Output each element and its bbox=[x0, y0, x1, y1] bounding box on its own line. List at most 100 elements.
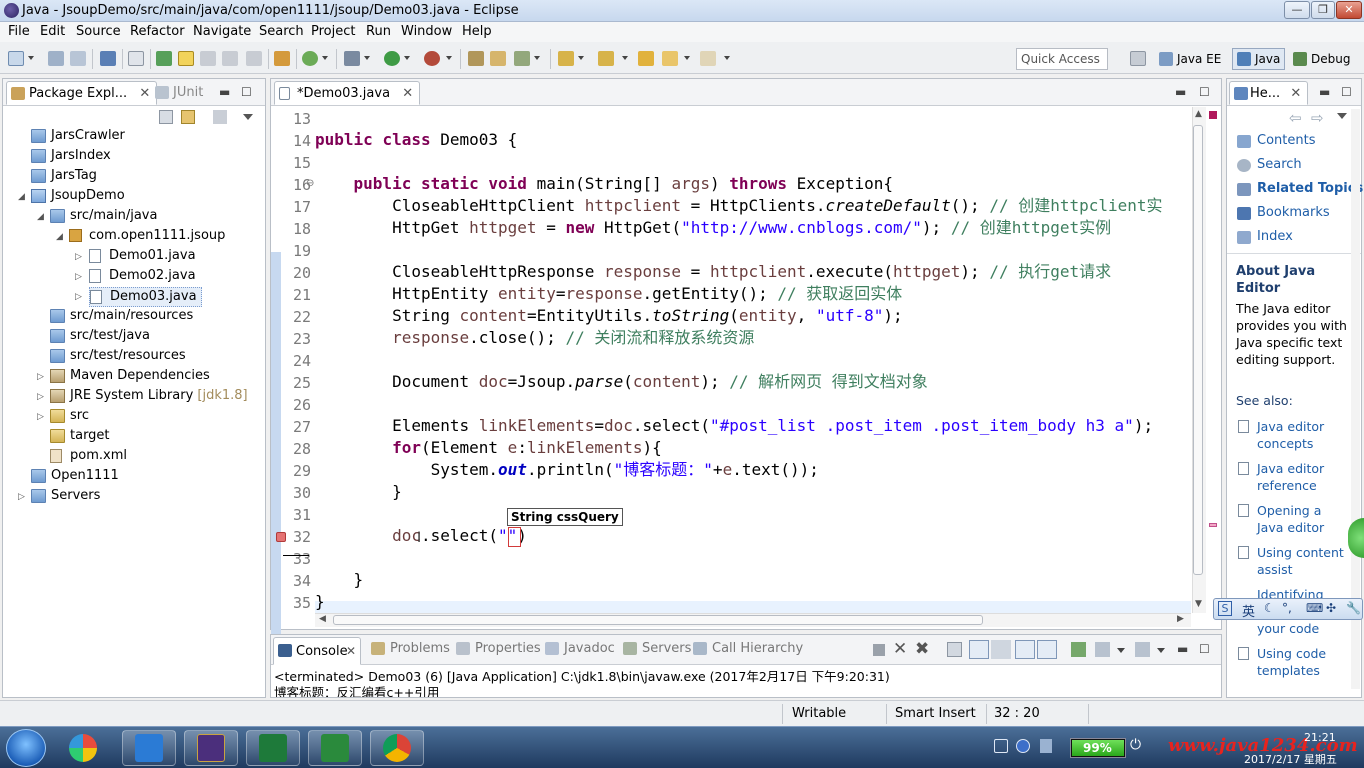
tree-item[interactable]: src/test/java bbox=[50, 327, 150, 347]
maximize-help-icon[interactable]: ☐ bbox=[1341, 85, 1352, 99]
help-view-menu-icon[interactable] bbox=[1337, 113, 1347, 119]
error-marker-icon[interactable] bbox=[276, 532, 286, 542]
show-stderr-icon[interactable] bbox=[1037, 640, 1057, 659]
open-console-dropdown-icon[interactable] bbox=[1135, 642, 1150, 657]
tree-item[interactable]: JRE System Library [jdk1.8] bbox=[50, 387, 248, 407]
link-with-editor-icon[interactable] bbox=[181, 110, 195, 124]
chevron-right-icon[interactable]: ▷ bbox=[75, 252, 82, 262]
see-link-content-assist[interactable]: Using content assist bbox=[1238, 544, 1349, 578]
taskbar-app[interactable] bbox=[122, 730, 176, 766]
view-menu-icon[interactable] bbox=[243, 114, 253, 120]
code-line[interactable]: HttpGet httpget = new HttpGet("http://ww… bbox=[315, 217, 1111, 239]
menu-navigate[interactable]: Navigate bbox=[193, 24, 251, 39]
tree-item[interactable]: src/main/resources bbox=[50, 307, 193, 327]
close-tab-icon[interactable]: ✕ bbox=[139, 86, 150, 101]
code-line[interactable]: System.out.println("博客标题："+e.text()); bbox=[315, 459, 819, 481]
start-button-icon[interactable] bbox=[6, 729, 46, 767]
external-tools-icon[interactable] bbox=[424, 51, 440, 66]
code-line[interactable]: Document doc=Jsoup.parse(content); // 解析… bbox=[315, 371, 928, 393]
tab-junit[interactable]: JUnit bbox=[151, 81, 209, 105]
display-console-dropdown-icon[interactable] bbox=[1117, 648, 1125, 653]
tree-item-selected[interactable]: Demo03.java bbox=[89, 287, 202, 307]
tree-item[interactable]: JarsIndex bbox=[31, 147, 111, 167]
ime-logo-icon[interactable]: S bbox=[1218, 601, 1232, 616]
chevron-right-icon[interactable]: ▷ bbox=[37, 372, 44, 382]
tab-console[interactable]: Console ✕ bbox=[273, 637, 361, 665]
menu-source[interactable]: Source bbox=[76, 24, 121, 39]
perspective-java[interactable]: Java bbox=[1232, 48, 1286, 70]
tree-item[interactable]: src/main/java bbox=[50, 207, 157, 227]
clear-console-icon[interactable] bbox=[947, 642, 962, 657]
new-package-icon[interactable] bbox=[490, 51, 506, 66]
refresh-icon[interactable] bbox=[302, 51, 318, 66]
status-insert-mode[interactable]: Smart Insert bbox=[895, 706, 976, 721]
vertical-scroll-thumb[interactable] bbox=[1193, 125, 1203, 575]
ime-settings-icon[interactable]: ✣ bbox=[1326, 601, 1336, 615]
taskbar-app[interactable] bbox=[56, 730, 110, 766]
word-wrap-icon[interactable] bbox=[991, 640, 1011, 659]
tab-help[interactable]: He... ✕ bbox=[1229, 81, 1309, 105]
overview-marker[interactable] bbox=[1209, 523, 1217, 527]
external-tools-dropdown-icon[interactable] bbox=[446, 56, 452, 60]
tree-item[interactable]: pom.xml bbox=[50, 447, 127, 467]
menu-help[interactable]: Help bbox=[462, 24, 492, 39]
code-line[interactable]: Elements linkElements=doc.select("#post_… bbox=[315, 415, 1153, 437]
build-icon[interactable] bbox=[274, 51, 290, 66]
tree-item[interactable]: com.open1111.jsoup bbox=[69, 227, 225, 247]
minimize-editor-icon[interactable]: ▬ bbox=[1175, 85, 1186, 99]
see-link-opening[interactable]: Opening a Java editor bbox=[1238, 502, 1349, 536]
new-class-icon[interactable] bbox=[514, 51, 530, 66]
ime-moon-icon[interactable]: ☾ bbox=[1264, 601, 1275, 615]
close-tab-icon[interactable]: ✕ bbox=[402, 86, 413, 101]
new-icon[interactable] bbox=[8, 51, 24, 66]
help-link-related-topics[interactable]: Related Topics bbox=[1237, 181, 1363, 196]
menu-edit[interactable]: Edit bbox=[40, 24, 65, 39]
pin-console-icon[interactable] bbox=[1071, 642, 1086, 657]
fold-toggle-icon[interactable]: ⊖ bbox=[306, 178, 314, 189]
back-icon[interactable] bbox=[662, 51, 678, 66]
perspective-debug[interactable]: Debug bbox=[1288, 48, 1355, 70]
show-whitespace-icon[interactable] bbox=[222, 51, 238, 66]
tree-item[interactable]: Demo02.java bbox=[89, 267, 196, 287]
tab-problems[interactable]: Problems bbox=[371, 641, 450, 656]
terminate-icon[interactable] bbox=[873, 644, 885, 656]
save-icon[interactable] bbox=[48, 51, 64, 66]
tab-package-explorer[interactable]: Package Expl... ✕ bbox=[6, 81, 158, 105]
maximize-editor-icon[interactable]: ☐ bbox=[1199, 85, 1210, 99]
previous-annotation-icon[interactable] bbox=[598, 51, 614, 66]
quick-access-input[interactable]: Quick Access bbox=[1016, 48, 1108, 70]
horizontal-scroll-thumb[interactable] bbox=[333, 615, 983, 625]
toggle-highlight-icon[interactable] bbox=[178, 51, 194, 66]
forward-dropdown-icon[interactable] bbox=[724, 56, 730, 60]
toggle-mark-occurrences-icon[interactable] bbox=[156, 51, 172, 66]
minimize-console-icon[interactable]: ▬ bbox=[1177, 642, 1188, 656]
forward-arrow-icon[interactable]: ⇨ bbox=[1311, 109, 1324, 127]
chevron-right-icon[interactable]: ▷ bbox=[75, 272, 82, 282]
skip-breakpoints-icon[interactable] bbox=[128, 51, 144, 66]
taskbar-app[interactable] bbox=[184, 730, 238, 766]
back-dropdown-icon[interactable] bbox=[684, 56, 690, 60]
code-line[interactable]: String content=EntityUtils.toString(enti… bbox=[315, 305, 903, 327]
code-line[interactable]: HttpEntity entity=response.getEntity(); … bbox=[315, 283, 902, 305]
block-selection-icon[interactable] bbox=[200, 51, 216, 66]
code-line[interactable]: public class Demo03 { bbox=[315, 129, 517, 151]
code-line[interactable]: } bbox=[315, 569, 364, 591]
open-console-arrow-icon[interactable] bbox=[1157, 648, 1165, 653]
minimize-panel-icon[interactable]: ▬ bbox=[219, 85, 230, 99]
back-arrow-icon[interactable]: ⇦ bbox=[1289, 109, 1302, 127]
see-link-concepts[interactable]: Java editor concepts bbox=[1238, 418, 1349, 452]
tray-tool-icon[interactable] bbox=[1040, 739, 1052, 753]
tree-item[interactable]: JarsCrawler bbox=[31, 127, 125, 147]
code-line[interactable]: CloseableHttpClient httpclient = HttpCli… bbox=[315, 195, 1162, 217]
chevron-right-icon[interactable]: ▷ bbox=[75, 292, 82, 302]
see-link-identifying[interactable]: Identifying bbox=[1257, 586, 1349, 598]
open-perspective-icon[interactable] bbox=[1130, 51, 1146, 66]
tree-item[interactable]: Open1111 bbox=[31, 467, 119, 487]
open-console-icon[interactable] bbox=[100, 51, 116, 66]
help-link-search[interactable]: Search bbox=[1237, 157, 1302, 172]
menu-window[interactable]: Window bbox=[401, 24, 452, 39]
chevron-right-icon[interactable]: ▷ bbox=[37, 412, 44, 422]
taskbar-app[interactable] bbox=[246, 730, 300, 766]
maximize-console-icon[interactable]: ☐ bbox=[1199, 642, 1210, 656]
ime-tools-icon[interactable]: 🔧 bbox=[1346, 601, 1361, 615]
